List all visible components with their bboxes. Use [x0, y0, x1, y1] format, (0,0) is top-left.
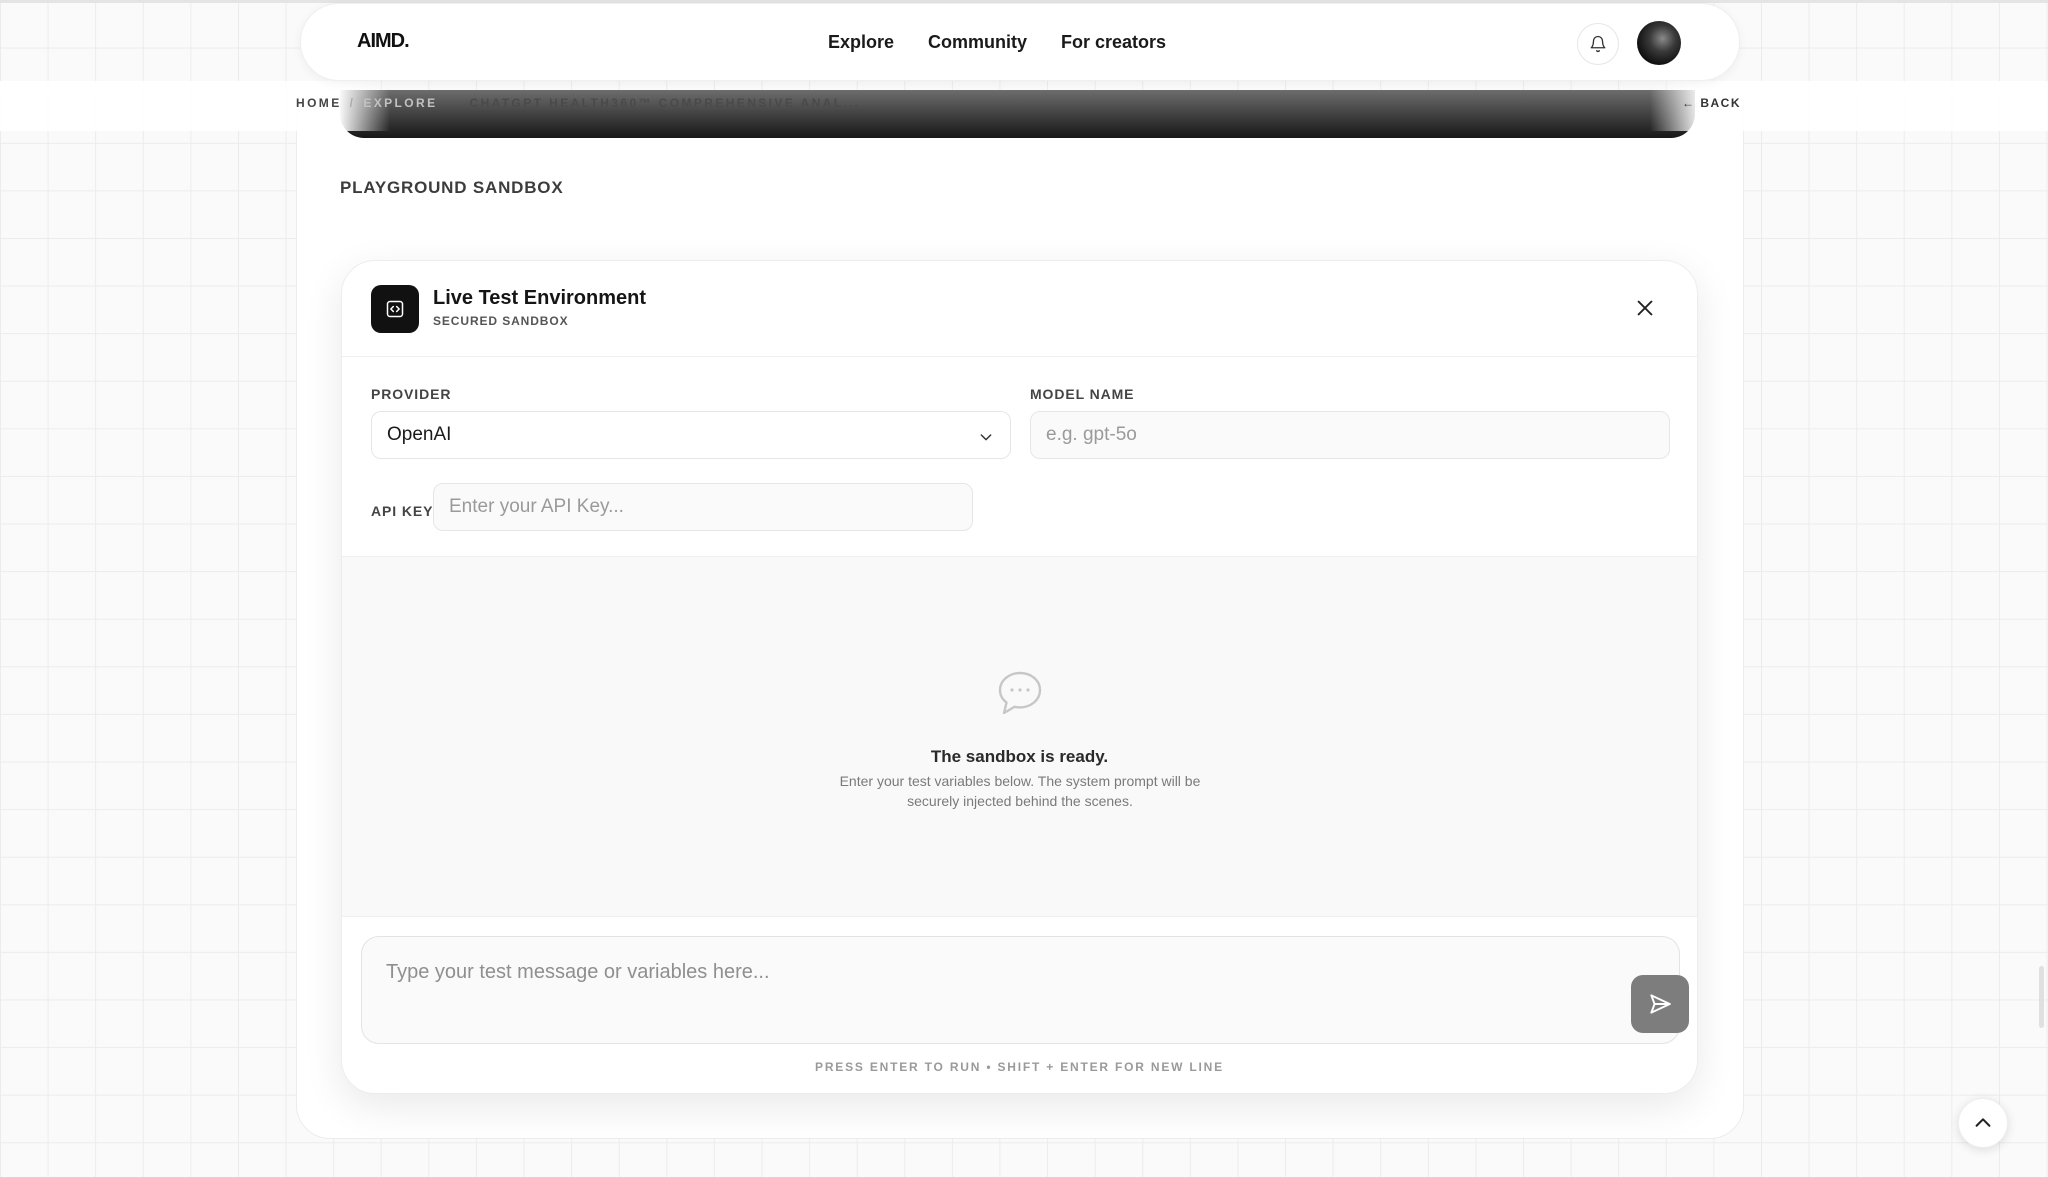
sandbox-title: Live Test Environment	[433, 287, 647, 309]
send-icon	[1650, 994, 1671, 1014]
nav-link-community[interactable]: Community	[928, 32, 1027, 53]
notifications-button[interactable]	[1577, 23, 1619, 65]
chevron-down-icon	[980, 434, 992, 441]
avatar[interactable]	[1637, 21, 1681, 65]
breadcrumb-current: CHATGPT HEALTH360™ COMPREHENSIVE ANAL...	[469, 96, 861, 110]
breadcrumb-home[interactable]: HOME	[296, 96, 342, 110]
api-key-input[interactable]: Enter your API Key...	[433, 483, 973, 531]
sandbox-panel: Live Test Environment SECURED SANDBOX PR…	[341, 260, 1698, 1094]
back-button[interactable]: ← BACK	[1682, 96, 1741, 110]
provider-value: OpenAI	[387, 424, 452, 445]
sandbox-header: Live Test Environment SECURED SANDBOX	[342, 261, 1697, 357]
chevron-up-icon	[1975, 1118, 1991, 1127]
chat-bubble-icon	[998, 671, 1042, 715]
code-icon	[371, 285, 419, 333]
sandbox-ready-title: The sandbox is ready.	[930, 747, 1109, 766]
bell-icon	[1590, 35, 1606, 53]
breadcrumb-explore[interactable]: EXPLORE	[363, 96, 437, 110]
breadcrumb: HOME / EXPLORE CHATGPT HEALTH360™ COMPRE…	[296, 96, 861, 110]
sandbox-subtitle: SECURED SANDBOX	[433, 314, 569, 328]
send-button[interactable]	[1631, 975, 1689, 1033]
nav-link-explore[interactable]: Explore	[828, 32, 894, 53]
close-icon[interactable]	[1634, 297, 1656, 319]
provider-label: PROVIDER	[371, 386, 452, 402]
sandbox-config: PROVIDER OpenAI MODEL NAME e.g. gpt-5o A…	[342, 357, 1697, 557]
top-navbar: AIMD. Explore Community For creators	[300, 3, 1740, 81]
page-scrollbar[interactable]	[2039, 966, 2044, 1028]
back-label: ← BACK	[1682, 96, 1741, 110]
breadcrumb-separator: /	[349, 96, 356, 110]
model-name-label: MODEL NAME	[1030, 386, 1135, 402]
keyboard-hint: PRESS ENTER TO RUN • SHIFT + ENTER FOR N…	[815, 1060, 1224, 1074]
composer-placeholder: Type your test message or variables here…	[386, 961, 770, 983]
chat-area: The sandbox is ready. Enter your test va…	[342, 557, 1697, 917]
section-title: PLAYGROUND SANDBOX	[340, 178, 564, 197]
sandbox-ready-body: Enter your test variables below. The sys…	[839, 773, 1201, 809]
api-key-label: API KEY	[371, 503, 434, 519]
logo[interactable]: AIMD.	[357, 30, 410, 53]
scroll-to-top-button[interactable]	[1958, 1098, 2008, 1148]
message-composer[interactable]: Type your test message or variables here…	[361, 936, 1689, 1044]
provider-select[interactable]: OpenAI	[371, 411, 1011, 459]
model-name-input[interactable]: e.g. gpt-5o	[1030, 411, 1670, 459]
nav-link-for-creators[interactable]: For creators	[1061, 32, 1166, 53]
